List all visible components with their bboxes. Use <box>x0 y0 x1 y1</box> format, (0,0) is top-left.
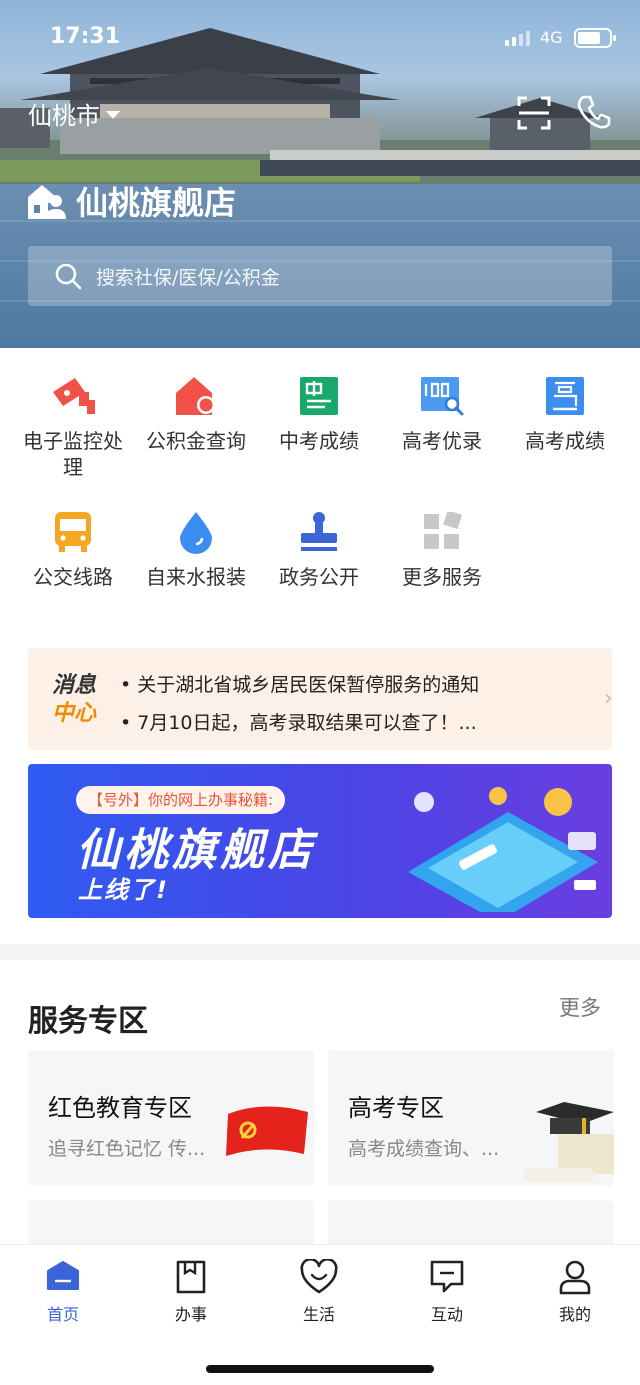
scan-icon[interactable] <box>517 96 551 130</box>
service-label: 更多服务 <box>402 565 482 589</box>
network-type: 4G <box>540 28 563 47</box>
person-icon <box>559 1260 591 1295</box>
zhong-exam-icon <box>300 377 338 415</box>
home-icon <box>47 1261 79 1290</box>
camera-icon <box>53 378 95 414</box>
battery-icon <box>574 28 616 48</box>
water-drop-icon <box>180 512 212 554</box>
graduation-cap-icon <box>524 1102 614 1182</box>
status-bar: 17:31 4G <box>0 0 640 76</box>
card-title: 红色教育专区 <box>48 1094 192 1122</box>
service-label: 中考成绩 <box>279 429 359 453</box>
tab-label: 办事 <box>174 1305 207 1324</box>
chat-icon <box>430 1260 464 1293</box>
card-subtitle: 高考成绩查询、... <box>348 1138 500 1160</box>
tab-home[interactable]: 首页 <box>13 1259 113 1325</box>
bottom-tab-bar: 首页 办事 生活 互动 我的 <box>0 1244 640 1385</box>
hero-header: 17:31 4G 仙桃市 仙桃旗舰店 搜索社保/医保/公积金 <box>0 0 640 348</box>
app-page: 17:31 4G 仙桃市 仙桃旗舰店 搜索社保/医保/公积金 电子监控处理 公积… <box>0 0 640 1385</box>
status-time: 17:31 <box>50 24 121 49</box>
service-item-monitor[interactable]: 电子监控处理 <box>12 372 134 480</box>
service-item-fund[interactable]: 公积金查询 <box>135 372 257 454</box>
search-icon <box>55 263 82 290</box>
service-label: 公积金查询 <box>146 429 246 453</box>
banner-illustration <box>408 787 598 912</box>
service-label: 电子监控处理 <box>23 429 123 479</box>
zone-card-red-education[interactable]: 红色教育专区 追寻红色记忆 传... <box>28 1050 314 1186</box>
services-section: 电子监控处理 公积金查询 中考成绩 高考优录 高考成绩 公交线路 自来水报装 政… <box>0 348 640 944</box>
service-label: 高考优录 <box>402 429 482 453</box>
caret-down-icon <box>106 110 120 119</box>
city-name: 仙桃市 <box>28 102 100 130</box>
service-label: 公交线路 <box>33 565 113 589</box>
search-placeholder: 搜索社保/医保/公积金 <box>96 266 280 289</box>
tab-label: 我的 <box>558 1305 591 1324</box>
house-icon <box>176 377 215 415</box>
store-user-icon <box>28 185 66 219</box>
service-item-gov-open[interactable]: 政务公开 <box>258 508 380 590</box>
red-flag-icon <box>226 1106 308 1156</box>
banner-subtitle: 上线了! <box>78 876 169 904</box>
grid-more-icon <box>424 512 462 549</box>
service-label: 高考成绩 <box>525 429 605 453</box>
banner-tag: 【号外】你的网上办事秘籍: <box>76 786 286 814</box>
service-item-gaokao-score[interactable]: 高考成绩 <box>504 372 626 454</box>
section-title: 服务专区 <box>28 1004 148 1039</box>
bus-icon <box>55 512 91 552</box>
store-brand: 仙桃旗舰店 <box>28 178 236 224</box>
promo-banner[interactable]: 【号外】你的网上办事秘籍: 仙桃旗舰店 上线了! <box>28 764 612 918</box>
service-item-more[interactable]: 更多服务 <box>381 508 503 590</box>
service-label: 自来水报装 <box>146 565 246 589</box>
message-center[interactable]: 消息 中心 • 关于湖北省城乡居民医保暂停服务的通知 • 7月10日起，高考录取… <box>28 648 613 750</box>
service-item-gaokao-youlu[interactable]: 高考优录 <box>381 372 503 454</box>
city-selector[interactable]: 仙桃市 <box>28 96 120 131</box>
brand-title: 仙桃旗舰店 <box>76 184 237 222</box>
score-search-icon <box>421 377 464 416</box>
tab-label: 互动 <box>430 1305 463 1324</box>
chevron-right-icon: › <box>604 686 613 711</box>
tab-label: 生活 <box>302 1305 335 1324</box>
bookmark-icon <box>176 1260 206 1294</box>
home-indicator[interactable] <box>206 1365 434 1373</box>
more-link[interactable]: 更多 <box>559 992 601 1022</box>
tab-life[interactable]: 生活 <box>269 1259 369 1325</box>
card-subtitle: 追寻红色记忆 传... <box>48 1138 206 1160</box>
zone-card-gaokao[interactable]: 高考专区 高考成绩查询、... <box>328 1050 614 1186</box>
card-title: 高考专区 <box>348 1094 444 1122</box>
banner-title: 仙桃旗舰店 <box>76 825 316 876</box>
search-bar[interactable]: 搜索社保/医保/公积金 <box>28 246 612 306</box>
service-label: 政务公开 <box>279 565 359 589</box>
service-item-zhongkao[interactable]: 中考成绩 <box>258 372 380 454</box>
notice-item[interactable]: • 关于湖北省城乡居民医保暂停服务的通知 <box>120 670 479 697</box>
heart-smile-icon <box>300 1259 338 1294</box>
signal-icon <box>505 30 530 46</box>
phone-icon[interactable] <box>576 94 612 130</box>
tab-service[interactable]: 办事 <box>141 1259 241 1325</box>
notice-item[interactable]: • 7月10日起，高考录取结果可以查了！... <box>120 708 477 735</box>
stamp-icon <box>301 512 337 551</box>
service-item-bus[interactable]: 公交线路 <box>12 508 134 590</box>
message-center-logo: 消息 中心 <box>52 673 97 726</box>
tab-label: 首页 <box>46 1305 79 1324</box>
service-item-water[interactable]: 自来水报装 <box>135 508 257 590</box>
tab-mine[interactable]: 我的 <box>525 1259 625 1325</box>
gao-exam-icon <box>546 377 584 415</box>
tab-interact[interactable]: 互动 <box>397 1259 497 1325</box>
